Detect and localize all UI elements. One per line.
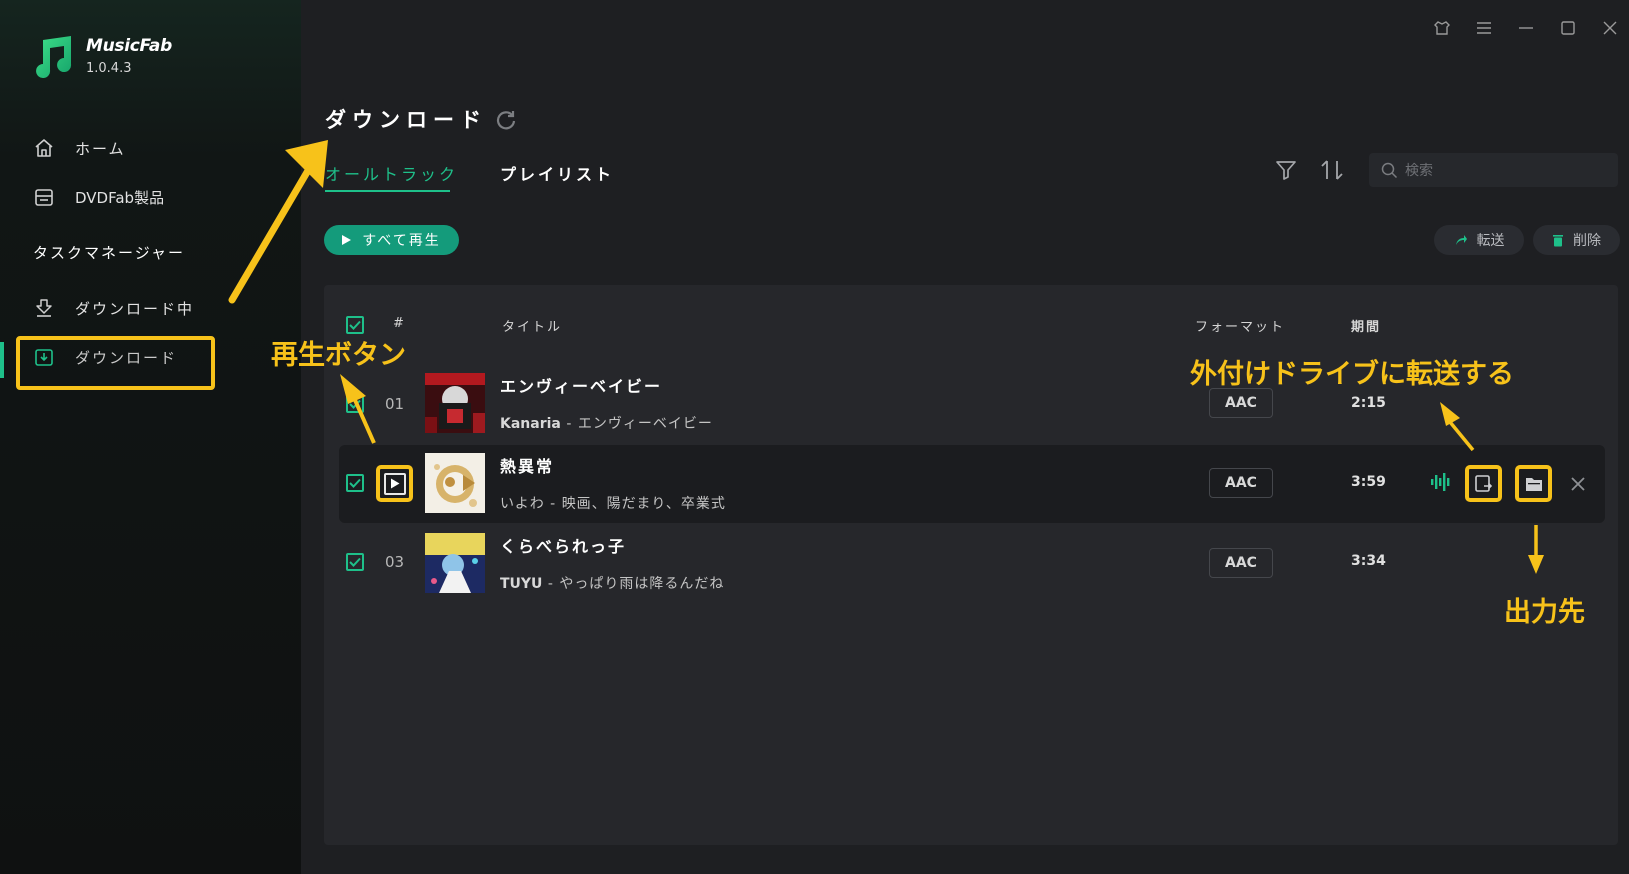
- downloaded-highlight-box: [16, 336, 215, 390]
- select-all-checkbox[interactable]: [346, 316, 364, 334]
- search-icon: [1381, 162, 1398, 179]
- sidebar-item-label: ホーム: [75, 139, 126, 158]
- share-arrow-icon: [1455, 235, 1467, 245]
- active-indicator: [0, 342, 4, 378]
- tab-playlist[interactable]: プレイリスト: [500, 161, 614, 185]
- sidebar-item-downloading[interactable]: ダウンロード中: [33, 297, 194, 319]
- format-badge: AAC: [1209, 388, 1273, 418]
- track-title: 熱異常: [500, 457, 555, 476]
- track-title: エンヴィーベイビー: [500, 377, 663, 396]
- column-header-title[interactable]: タイトル: [502, 316, 562, 335]
- track-number: 03: [385, 553, 405, 571]
- row-checkbox[interactable]: [346, 553, 364, 571]
- track-duration: 3:59: [1351, 474, 1386, 490]
- annotation-output-folder: 出力先: [1504, 597, 1585, 628]
- track-artist: いよわ: [500, 496, 545, 512]
- maximize-icon[interactable]: [1558, 18, 1578, 38]
- home-icon: [33, 137, 55, 159]
- musicfab-logo-icon: [36, 36, 72, 78]
- task-manager-heading: タスクマネージャー: [33, 244, 185, 262]
- shirt-skin-icon[interactable]: [1432, 18, 1452, 38]
- transfer-button[interactable]: 転送: [1434, 225, 1524, 255]
- remove-track-icon[interactable]: [1569, 475, 1587, 493]
- track-subtitle: いよわ - 映画、陽だまり、卒業式: [500, 496, 726, 512]
- sidebar: MusicFab 1.0.4.3 ホーム DVDFab製品 タスクマネージャー …: [0, 0, 301, 874]
- minimize-icon[interactable]: [1516, 18, 1536, 38]
- play-icon: [342, 235, 352, 245]
- format-badge: AAC: [1209, 468, 1273, 498]
- filter-icon[interactable]: [1275, 159, 1297, 181]
- device-transfer-icon: [1475, 475, 1493, 492]
- sidebar-item-home[interactable]: ホーム: [33, 137, 126, 159]
- row-checkbox[interactable]: [346, 474, 364, 492]
- app-name: MusicFab: [86, 36, 172, 56]
- track-number: 01: [385, 395, 405, 413]
- track-artist: TUYU: [500, 576, 543, 592]
- audio-waveform-icon: [1431, 473, 1450, 491]
- transfer-label: 転送: [1476, 233, 1505, 249]
- sidebar-item-label: DVDFab製品: [75, 188, 165, 207]
- delete-button[interactable]: 削除: [1533, 225, 1620, 255]
- track-artist: Kanaria: [500, 416, 561, 432]
- annotation-transfer-external: 外付けドライブに転送する: [1190, 359, 1514, 390]
- menu-icon[interactable]: [1474, 18, 1494, 38]
- column-header-duration[interactable]: 期間: [1351, 316, 1381, 335]
- sidebar-item-dvdfab[interactable]: DVDFab製品: [33, 186, 164, 208]
- column-header-format[interactable]: フォーマット: [1195, 316, 1285, 335]
- annotation-play-button: 再生ボタン: [271, 340, 406, 371]
- play-icon: [383, 472, 406, 495]
- app-version: 1.0.4.3: [86, 61, 132, 76]
- play-all-label: すべて再生: [362, 233, 441, 249]
- sidebar-item-label: ダウンロード中: [75, 299, 195, 318]
- downloading-icon: [33, 297, 55, 319]
- active-tab-underline: [325, 190, 450, 192]
- dvd-drive-icon: [33, 186, 55, 208]
- folder-icon: [1525, 477, 1542, 491]
- album-art: [425, 533, 485, 593]
- tab-all-tracks[interactable]: オールトラック: [325, 161, 458, 185]
- format-badge: AAC: [1209, 548, 1273, 578]
- track-subtitle: TUYU - やっぱり雨は降るんだね: [500, 576, 725, 592]
- column-header-index: #: [393, 316, 406, 331]
- transfer-to-external-drive-button[interactable]: [1465, 465, 1502, 502]
- page-title: ダウンロード: [325, 108, 487, 132]
- track-duration: 3:34: [1351, 553, 1386, 569]
- search-box[interactable]: [1369, 153, 1618, 189]
- trash-icon: [1553, 235, 1563, 247]
- close-icon[interactable]: [1600, 18, 1620, 38]
- refresh-icon[interactable]: [495, 109, 517, 131]
- album-art: [425, 453, 485, 513]
- play-button[interactable]: [376, 465, 413, 502]
- play-all-button[interactable]: すべて再生: [324, 225, 459, 255]
- row-checkbox[interactable]: [346, 395, 364, 413]
- delete-label: 削除: [1573, 233, 1601, 249]
- track-title: くらべられっ子: [500, 537, 627, 556]
- track-album: 映画、陽だまり、卒業式: [561, 496, 726, 512]
- search-input[interactable]: [1403, 153, 1612, 189]
- track-album: やっぱり雨は降るんだね: [559, 576, 725, 592]
- track-subtitle: Kanaria - エンヴィーベイビー: [500, 416, 713, 432]
- sort-icon[interactable]: [1320, 159, 1344, 181]
- track-album: エンヴィーベイビー: [577, 416, 713, 432]
- album-art: [425, 373, 485, 433]
- open-output-folder-button[interactable]: [1515, 465, 1552, 502]
- track-duration: 2:15: [1351, 395, 1386, 411]
